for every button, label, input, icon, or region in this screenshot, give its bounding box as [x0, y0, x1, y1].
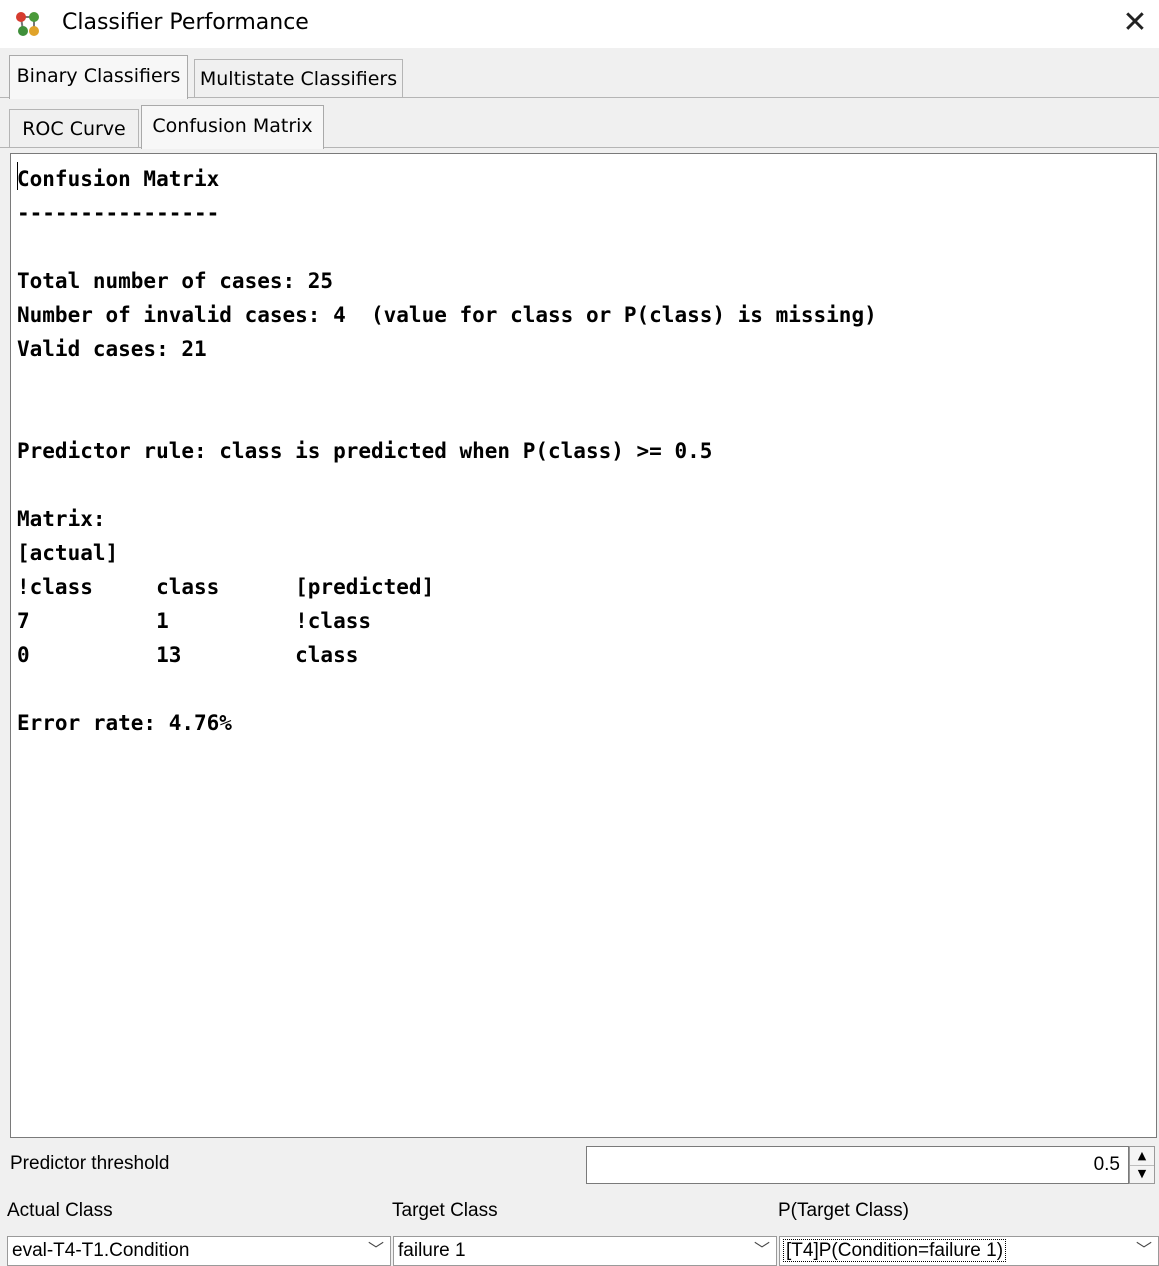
- network-nodes-icon: [16, 12, 39, 36]
- threshold-spinner-buttons: ▲ ▼: [1129, 1146, 1155, 1184]
- target-class-label: Target Class: [392, 1200, 498, 1221]
- actual-label: [actual]: [17, 541, 119, 565]
- p-target-class-value: [T4]P(Condition=failure 1): [782, 1239, 1007, 1262]
- tab-confusion-matrix[interactable]: Confusion Matrix: [141, 105, 324, 149]
- spinner-up-icon[interactable]: ▲: [1130, 1147, 1154, 1166]
- matrix-row: 0 13 class: [17, 643, 359, 667]
- tab-binary-classifiers[interactable]: Binary Classifiers: [9, 55, 188, 99]
- predictor-threshold-input[interactable]: 0.5: [586, 1146, 1129, 1184]
- actual-class-label: Actual Class: [7, 1200, 113, 1221]
- title-bar: Classifier Performance ✕: [0, 0, 1159, 48]
- actual-class-value: eval-T4-T1.Condition: [12, 1240, 190, 1261]
- view-tabs: ROC Curve Confusion Matrix: [0, 105, 1159, 149]
- report-heading: Confusion Matrix: [17, 167, 220, 191]
- target-class-select[interactable]: failure 1 ﹀: [393, 1236, 777, 1266]
- report-underline: ----------------: [17, 201, 220, 225]
- blank-line: [17, 230, 1156, 264]
- matrix-header: !class class [predicted]: [17, 575, 435, 599]
- predictor-rule: Predictor rule: class is predicted when …: [17, 439, 713, 463]
- matrix-label: Matrix:: [17, 507, 106, 531]
- predictor-threshold-label: Predictor threshold: [10, 1153, 170, 1174]
- blank-line: [17, 672, 1156, 706]
- blank-line: [17, 400, 1156, 434]
- tab-roc-curve[interactable]: ROC Curve: [9, 109, 139, 147]
- target-class-value: failure 1: [398, 1240, 466, 1261]
- close-icon[interactable]: ✕: [1115, 3, 1155, 43]
- valid-cases: Valid cases: 21: [17, 337, 207, 361]
- p-target-class-select[interactable]: [T4]P(Condition=failure 1) ﹀: [779, 1236, 1159, 1266]
- classifier-type-tabs: Binary Classifiers Multistate Classifier…: [0, 55, 1159, 99]
- chevron-down-icon: ﹀: [1135, 1242, 1152, 1259]
- matrix-row: 7 1 !class: [17, 609, 372, 633]
- invalid-cases: Number of invalid cases: 4 (value for cl…: [17, 303, 877, 327]
- error-rate: Error rate: 4.76%: [17, 711, 232, 735]
- spinner-down-icon[interactable]: ▼: [1130, 1165, 1154, 1183]
- tab-multistate-classifiers[interactable]: Multistate Classifiers: [194, 59, 403, 97]
- blank-line: [17, 468, 1156, 502]
- window-title: Classifier Performance: [62, 10, 309, 35]
- p-target-class-label: P(Target Class): [778, 1200, 909, 1221]
- chevron-down-icon: ﹀: [753, 1242, 770, 1259]
- blank-line: [17, 366, 1156, 400]
- confusion-matrix-report[interactable]: Confusion Matrix ---------------- Total …: [10, 153, 1157, 1138]
- text-caret: [17, 162, 18, 190]
- total-cases: Total number of cases: 25: [17, 269, 334, 293]
- actual-class-select[interactable]: eval-T4-T1.Condition ﹀: [7, 1236, 391, 1266]
- chevron-down-icon: ﹀: [367, 1242, 384, 1259]
